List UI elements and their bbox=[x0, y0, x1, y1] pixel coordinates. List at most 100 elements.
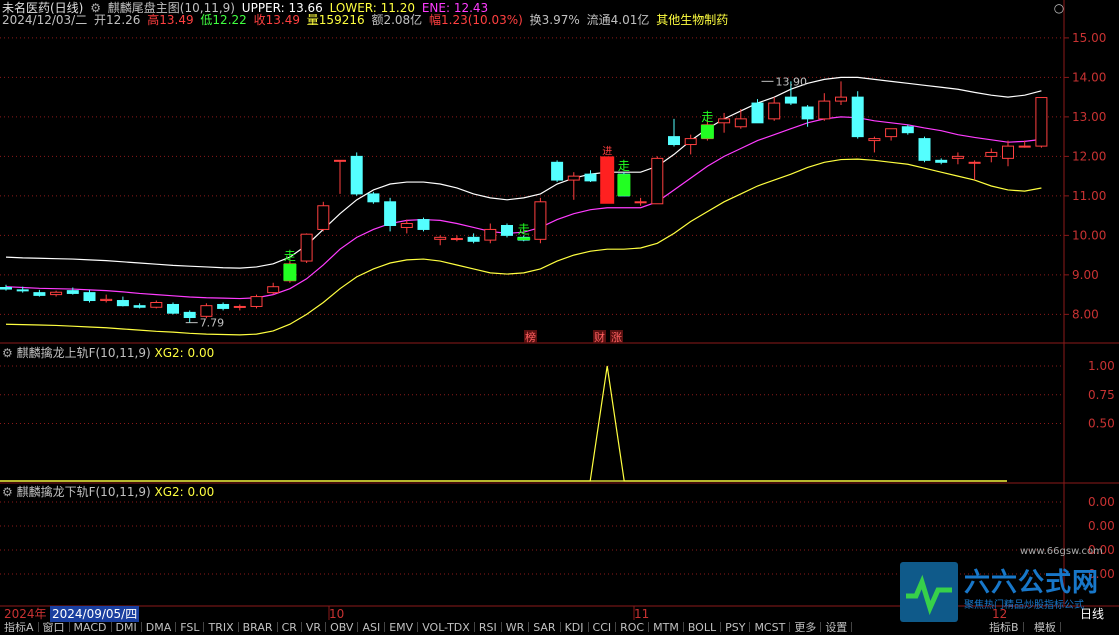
candle-body bbox=[83, 292, 96, 302]
indicator-tab[interactable]: 窗口 bbox=[39, 622, 70, 632]
sub2-tick-label: 0.00 bbox=[1088, 519, 1115, 533]
indicator-tab[interactable]: BRAR bbox=[239, 622, 278, 632]
price-tick-label: 9.00 bbox=[1072, 268, 1099, 282]
magnifier-icon[interactable]: ○ bbox=[1052, 1, 1066, 15]
candle-body bbox=[150, 302, 163, 308]
indicator-tab[interactable]: CR bbox=[278, 622, 302, 632]
sub1-tick-label: 0.50 bbox=[1088, 417, 1115, 431]
sub2-value: XG2: 0.00 bbox=[154, 485, 215, 499]
signal-label-red: 进 bbox=[602, 145, 612, 157]
indicator-tab-right[interactable]: 模板 bbox=[1030, 622, 1061, 632]
candle-body bbox=[918, 138, 931, 161]
indicator-tab[interactable]: OBV bbox=[326, 622, 359, 632]
price-tick-label: 8.00 bbox=[1072, 307, 1099, 321]
indicator-tab-right[interactable]: 指标B bbox=[985, 622, 1024, 632]
indicator-tab[interactable]: MTM bbox=[649, 622, 684, 632]
indicator-tab[interactable]: WR bbox=[502, 622, 530, 632]
high-marker-label: 13.90 bbox=[776, 75, 808, 88]
indicator-tab[interactable]: SAR bbox=[529, 622, 561, 632]
quote-float-cap: 流通4.01亿 bbox=[586, 13, 650, 27]
candle-body bbox=[501, 224, 513, 236]
signal-label: 走 bbox=[618, 159, 630, 173]
candle-body bbox=[868, 138, 881, 142]
candle-body bbox=[250, 296, 263, 307]
indicator-tab[interactable]: FSL bbox=[176, 622, 205, 632]
candle-body bbox=[684, 138, 697, 146]
event-cai: 财 bbox=[594, 330, 605, 344]
indicator-tab[interactable]: BOLL bbox=[684, 622, 722, 632]
candle-body bbox=[651, 157, 664, 205]
candle-body bbox=[467, 236, 480, 242]
candle-body bbox=[801, 106, 814, 120]
indicator-tab[interactable]: RSI bbox=[475, 622, 502, 632]
candle-body bbox=[116, 300, 129, 307]
indicator-tab[interactable]: DMI bbox=[112, 622, 142, 632]
candle-body bbox=[835, 96, 847, 102]
quote-volume: 量159216 bbox=[306, 13, 365, 27]
quote-close: 收13.49 bbox=[253, 13, 300, 27]
candle-body bbox=[33, 292, 46, 296]
candle-body bbox=[718, 118, 731, 124]
sub1-tick-label: 1.00 bbox=[1088, 359, 1115, 373]
indicator-tab[interactable]: MACD bbox=[70, 622, 112, 632]
indicator-tab[interactable]: ASI bbox=[358, 622, 386, 632]
brand-url: www.66gsw.com bbox=[1020, 546, 1103, 557]
quote-date: 2024/12/03/二 bbox=[2, 13, 88, 27]
candle-body bbox=[267, 286, 280, 294]
brand-logo-icon bbox=[900, 562, 958, 622]
month-10-label: 10 bbox=[329, 607, 345, 621]
price-tick-label: 12.00 bbox=[1072, 149, 1106, 163]
indicator-tab[interactable]: VR bbox=[302, 622, 327, 632]
candle-body bbox=[183, 311, 196, 319]
quote-change: 幅1.23(10.03%) bbox=[429, 13, 523, 27]
candle-body bbox=[233, 305, 246, 308]
candle-body bbox=[217, 303, 230, 309]
indicator-tab[interactable]: CCI bbox=[589, 622, 617, 632]
price-tick-label: 10.00 bbox=[1072, 228, 1106, 242]
price-tick-label: 11.00 bbox=[1072, 189, 1106, 203]
candle-body bbox=[584, 173, 597, 182]
month-11-label: 11 bbox=[634, 607, 650, 621]
candle-body bbox=[167, 303, 179, 314]
candle-body bbox=[434, 236, 447, 240]
signal-candle bbox=[700, 124, 714, 139]
cursor-date: 2024/09/05/四 bbox=[50, 606, 140, 622]
indicator-tab[interactable]: MCST bbox=[750, 622, 791, 632]
candle-body bbox=[901, 126, 914, 134]
sub1-tick-label: 0.75 bbox=[1088, 388, 1115, 402]
event-bang: 榜 bbox=[525, 330, 536, 344]
candle-body bbox=[16, 289, 29, 292]
indicator-tab[interactable]: KDJ bbox=[561, 622, 589, 632]
indicator-tab[interactable]: PSY bbox=[721, 622, 751, 632]
sub2-settings-icon[interactable]: ⚙ bbox=[2, 485, 13, 499]
candle-body bbox=[66, 290, 79, 294]
sub2-title[interactable]: 麒麟擒龙下轨F(10,11,9) bbox=[17, 485, 151, 499]
indicator-tab[interactable]: ROC bbox=[616, 622, 650, 632]
indicator-tab[interactable]: 指标A bbox=[0, 622, 39, 632]
low-marker-label: 7.79 bbox=[200, 317, 225, 330]
indicator-tab[interactable]: VOL-TDX bbox=[418, 622, 475, 632]
indicator-tab[interactable]: 更多 bbox=[790, 622, 822, 632]
candle-body bbox=[634, 201, 647, 204]
candle-body bbox=[417, 219, 430, 230]
candle-body bbox=[951, 155, 964, 159]
mid-band-line bbox=[5, 116, 1042, 300]
sub1-title[interactable]: 麒麟擒龙上轨F(10,11,9) bbox=[17, 346, 151, 360]
signal-candle-red bbox=[600, 156, 615, 204]
quote-low: 低12.22 bbox=[200, 13, 247, 27]
sub1-settings-icon[interactable]: ⚙ bbox=[2, 346, 13, 360]
candle-body bbox=[317, 205, 330, 230]
candle-body bbox=[300, 233, 313, 262]
indicator-tab[interactable]: TRIX bbox=[204, 622, 239, 632]
candle-body bbox=[1035, 97, 1048, 147]
candle-body bbox=[968, 161, 981, 164]
indicator-tab[interactable]: 设置 bbox=[821, 622, 853, 632]
price-tick-label: 14.00 bbox=[1072, 70, 1106, 84]
candle-body bbox=[784, 96, 797, 104]
quote-sector[interactable]: 其他生物制药 bbox=[656, 13, 728, 27]
signal-candle bbox=[617, 174, 631, 196]
signal-label: 走 bbox=[284, 249, 296, 263]
sub1-value: XG2: 0.00 bbox=[154, 346, 215, 360]
indicator-tab[interactable]: DMA bbox=[142, 622, 177, 632]
indicator-tab[interactable]: EMV bbox=[385, 622, 419, 632]
